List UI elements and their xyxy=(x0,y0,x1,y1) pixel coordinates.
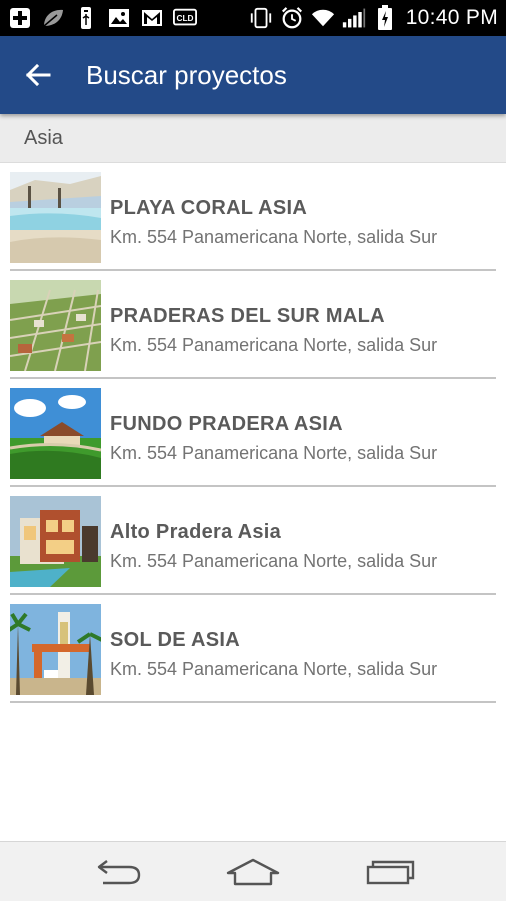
list-item[interactable]: FUNDO PRADERA ASIA Km. 554 Panamericana … xyxy=(0,379,506,487)
project-list: PLAYA CORAL ASIA Km. 554 Panamericana No… xyxy=(0,163,506,703)
project-name: FUNDO PRADERA ASIA xyxy=(110,413,343,435)
project-thumbnail xyxy=(10,496,101,587)
usb-icon xyxy=(74,6,98,30)
nav-recent-button[interactable] xyxy=(360,854,420,890)
leaf-icon xyxy=(41,6,65,30)
project-name: PRADERAS DEL SUR MALA xyxy=(110,305,385,327)
gmail-icon xyxy=(140,6,164,30)
nav-home-button[interactable] xyxy=(223,854,283,890)
plus-box-icon xyxy=(8,6,32,30)
arrow-left-icon xyxy=(25,63,51,87)
app-bar: Buscar proyectos xyxy=(0,36,506,114)
project-thumbnail xyxy=(10,388,101,479)
list-item[interactable]: SOL DE ASIA Km. 554 Panamericana Norte, … xyxy=(0,595,506,703)
cld-icon: CLD xyxy=(173,6,197,30)
project-thumbnail xyxy=(10,280,101,371)
project-address: Km. 554 Panamericana Norte, salida Sur xyxy=(110,227,438,247)
project-address: Km. 554 Panamericana Norte, salida Sur xyxy=(110,335,438,355)
image-icon xyxy=(107,6,131,30)
list-item[interactable]: PRADERAS DEL SUR MALA Km. 554 Panamerica… xyxy=(0,271,506,379)
home-nav-icon xyxy=(226,858,280,886)
divider xyxy=(10,701,496,703)
list-item[interactable]: PLAYA CORAL ASIA Km. 554 Panamericana No… xyxy=(0,163,506,271)
project-name: Alto Pradera Asia xyxy=(110,521,282,543)
status-time: 10:40 PM xyxy=(405,6,498,29)
back-nav-icon xyxy=(97,860,141,885)
project-address: Km. 554 Panamericana Norte, salida Sur xyxy=(110,551,438,571)
list-item[interactable]: Alto Pradera Asia Km. 554 Panamericana N… xyxy=(0,487,506,595)
vibrate-icon xyxy=(249,6,273,30)
nav-back-button[interactable] xyxy=(88,854,148,890)
back-button[interactable] xyxy=(16,57,60,93)
page-title: Buscar proyectos xyxy=(86,60,287,90)
battery-icon xyxy=(373,5,397,30)
section-header: Asia xyxy=(0,114,506,163)
project-address: Km. 554 Panamericana Norte, salida Sur xyxy=(110,659,438,679)
project-name: SOL DE ASIA xyxy=(110,629,240,651)
cld-label: CLD xyxy=(176,13,193,23)
navigation-bar xyxy=(0,841,506,901)
status-bar: CLD 10:40 PM xyxy=(0,0,506,36)
project-thumbnail xyxy=(10,604,101,695)
project-address: Km. 554 Panamericana Norte, salida Sur xyxy=(110,443,438,463)
section-label: Asia xyxy=(24,127,63,149)
signal-icon xyxy=(342,6,366,30)
alarm-icon xyxy=(280,6,304,30)
project-thumbnail xyxy=(10,172,101,263)
wifi-icon xyxy=(311,6,335,30)
recent-apps-icon xyxy=(366,860,415,885)
project-name: PLAYA CORAL ASIA xyxy=(110,197,308,219)
